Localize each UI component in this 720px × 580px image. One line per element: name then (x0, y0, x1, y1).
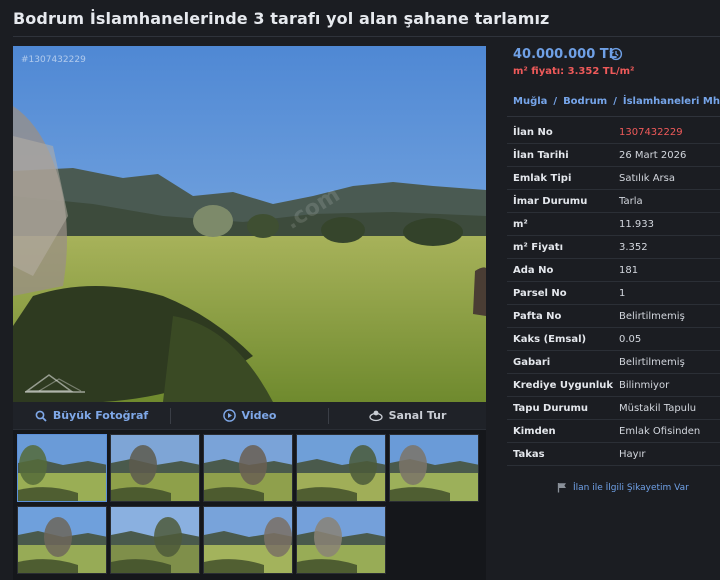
detail-key: Krediye Uygunluk (513, 379, 614, 391)
detail-row: Gabari Belirtilmemiş (507, 351, 720, 374)
detail-key: Tapu Durumu (513, 402, 589, 414)
breadcrumb-city[interactable]: Muğla (513, 96, 547, 107)
landscape-photo (13, 46, 486, 402)
photo-thumbnail[interactable] (17, 434, 107, 502)
detail-value: Belirtilmemiş (619, 310, 685, 322)
detail-row: İlan Tarihi 26 Mart 2026 (507, 144, 720, 167)
breadcrumb-divider (507, 116, 720, 117)
detail-value: Belirtilmemiş (619, 356, 685, 368)
detail-row: Takas Hayır (507, 443, 720, 466)
detail-row: Parsel No 1 (507, 282, 720, 305)
complaint-link[interactable]: İlan ile İlgili Şikayetim Var (557, 482, 689, 493)
detail-key: İmar Durumu (513, 195, 588, 207)
detail-value: 11.933 (619, 218, 654, 230)
large-photo-button[interactable]: Büyük Fotoğraf (13, 402, 170, 429)
listing-title: Bodrum İslamhanelerinde 3 tarafı yol ala… (13, 9, 550, 28)
panorama-icon (368, 410, 383, 422)
detail-value: 181 (619, 264, 639, 276)
detail-key: İlan No (513, 126, 553, 138)
media-toolbar: Büyük Fotoğraf Video Sanal Tur (13, 402, 486, 430)
photo-thumbnail[interactable] (110, 506, 200, 574)
detail-row: Kimden Emlak Ofisinden (507, 420, 720, 443)
title-divider (13, 36, 720, 37)
detail-key: İlan Tarihi (513, 149, 569, 161)
listing-price: 40.000.000 TL (513, 47, 617, 62)
detail-key: m² (513, 218, 528, 230)
video-button[interactable]: Video (171, 402, 328, 429)
breadcrumb-separator: / (613, 96, 617, 107)
detail-row: Pafta No Belirtilmemiş (507, 305, 720, 328)
detail-row: Kaks (Emsal) 0.05 (507, 328, 720, 351)
breadcrumb: Muğla / Bodrum / İslamhaneleri Mh. (513, 96, 720, 107)
virtual-tour-label: Sanal Tur (388, 409, 447, 422)
detail-row: m² Fiyatı 3.352 (507, 236, 720, 259)
photo-thumbnail[interactable] (17, 506, 107, 574)
detail-key: Takas (513, 448, 545, 460)
detail-value: 0.05 (619, 333, 642, 345)
detail-key: Gabari (513, 356, 551, 368)
detail-row: Krediye Uygunluk Bilinmiyor (507, 374, 720, 397)
flag-icon (557, 483, 566, 493)
detail-row: Ada No 181 (507, 259, 720, 282)
detail-key: Parsel No (513, 287, 567, 299)
detail-value: Hayır (619, 448, 646, 460)
detail-key: Kaks (Emsal) (513, 333, 587, 345)
m2-price: m² fiyatı: 3.352 TL/m² (513, 66, 635, 77)
detail-value: 1 (619, 287, 626, 299)
detail-key: Ada No (513, 264, 554, 276)
breadcrumb-district[interactable]: Bodrum (563, 96, 607, 107)
breadcrumb-separator: / (553, 96, 558, 107)
detail-value: 1307432229 (619, 126, 683, 138)
complaint-label: İlan ile İlgili Şikayetim Var (573, 482, 689, 493)
detail-row: İlan No 1307432229 (507, 121, 720, 144)
magnifier-icon (35, 410, 47, 422)
breadcrumb-neighborhood[interactable]: İslamhaneleri Mh. (623, 96, 720, 107)
large-photo-label: Büyük Fotoğraf (52, 409, 149, 422)
detail-row: Tapu Durumu Müstakil Tapulu (507, 397, 720, 420)
detail-row: m² 11.933 (507, 213, 720, 236)
play-icon (222, 409, 236, 422)
detail-value: 3.352 (619, 241, 648, 253)
agency-logo-stamp (24, 374, 85, 393)
virtual-tour-button[interactable]: Sanal Tur (329, 402, 486, 429)
video-label: Video (241, 409, 277, 422)
detail-row: İmar Durumu Tarla (507, 190, 720, 213)
thumbnail-strip (13, 430, 486, 580)
detail-value: Bilinmiyor (619, 379, 670, 391)
detail-value: Tarla (619, 195, 643, 207)
detail-value: Satılık Arsa (619, 172, 675, 184)
listing-details-table: İlan No 1307432229 İlan Tarihi 26 Mart 2026… (507, 121, 720, 466)
photo-thumbnail[interactable] (203, 506, 293, 574)
detail-value: Müstakil Tapulu (619, 402, 697, 414)
detail-row: Emlak Tipi Satılık Arsa (507, 167, 720, 190)
photo-thumbnail[interactable] (296, 506, 386, 574)
price-history-icon[interactable] (609, 47, 623, 61)
detail-key: Kimden (513, 425, 556, 437)
photo-thumbnail[interactable] (389, 434, 479, 502)
photo-thumbnail[interactable] (110, 434, 200, 502)
photo-id-label: #1307432229 (21, 55, 86, 65)
photo-thumbnail[interactable] (296, 434, 386, 502)
detail-value: Emlak Ofisinden (619, 425, 701, 437)
detail-key: Pafta No (513, 310, 562, 322)
detail-key: m² Fiyatı (513, 241, 564, 253)
main-photo[interactable]: #1307432229 .com (13, 46, 486, 402)
detail-key: Emlak Tipi (513, 172, 572, 184)
detail-value: 26 Mart 2026 (619, 149, 687, 161)
photo-thumbnail[interactable] (203, 434, 293, 502)
